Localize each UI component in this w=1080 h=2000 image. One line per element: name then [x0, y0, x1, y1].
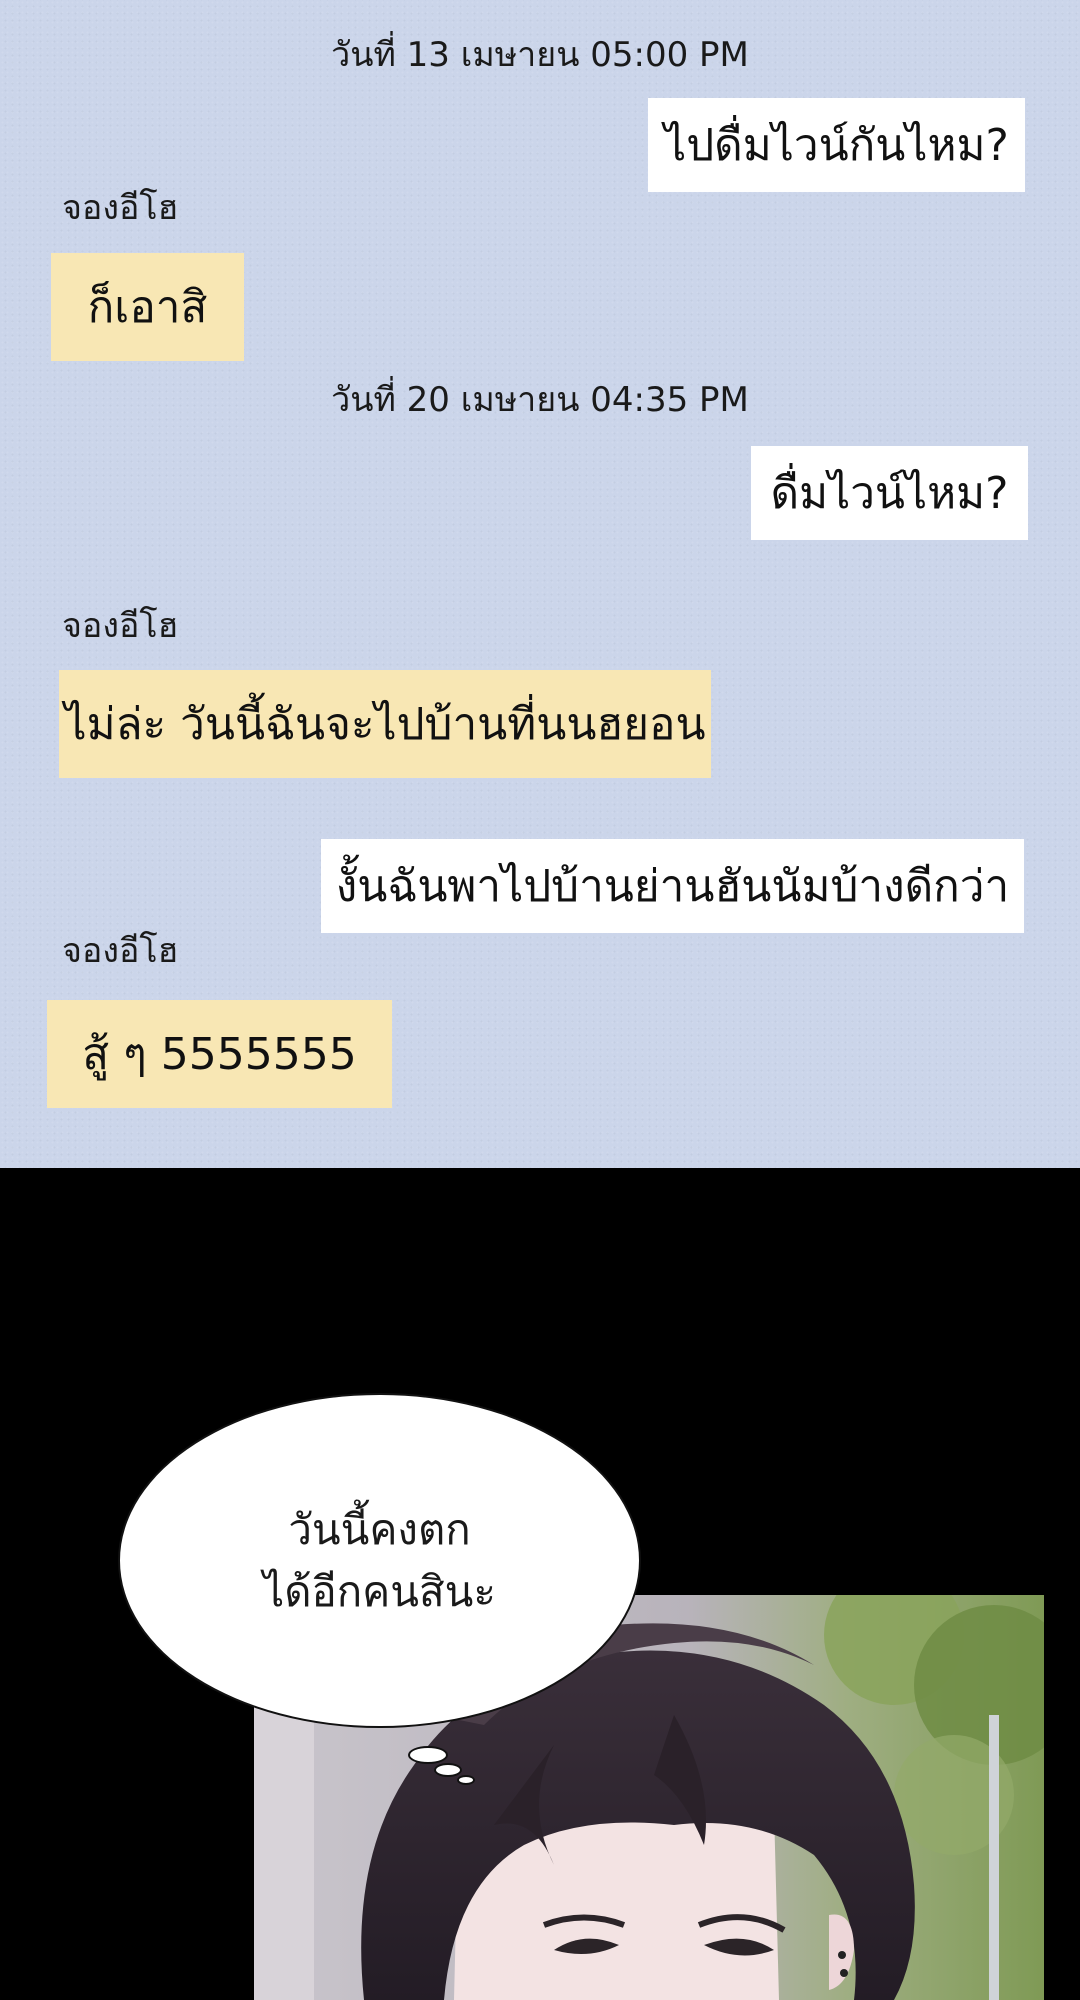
message-bubble-incoming: ก็เอาสิ: [51, 253, 244, 361]
message-bubble-outgoing: งั้นฉันพาไปบ้านย่านฮันนัมบ้างดีกว่า: [321, 839, 1024, 933]
thought-bubble: วันนี้คงตก ได้อีกคนสินะ: [118, 1393, 641, 1728]
message-bubble-incoming: ไม่ล่ะ วันนี้ฉันจะไปบ้านที่นนฮยอน: [59, 670, 711, 778]
thought-line: วันนี้คงตก: [288, 1504, 471, 1554]
sender-name: จองอีโฮ: [62, 188, 179, 228]
message-bubble-incoming: สู้ ๆ 5555555: [47, 1000, 392, 1108]
thought-dot: [434, 1763, 462, 1777]
thought-dot: [408, 1746, 448, 1764]
message-bubble-outgoing: ไปดื่มไวน์กันไหม?: [648, 98, 1025, 192]
sender-name: จองอีโฮ: [62, 606, 179, 646]
message-bubble-outgoing: ดื่มไวน์ไหม?: [751, 446, 1028, 540]
thought-line: ได้อีกคนสินะ: [263, 1566, 496, 1616]
chat-screen: วันที่ 13 เมษายน 05:00 PM ไปดื่มไวน์กันไ…: [0, 0, 1080, 1168]
thought-dot: [457, 1775, 475, 1785]
sender-name: จองอีโฮ: [62, 931, 179, 971]
timestamp: วันที่ 13 เมษายน 05:00 PM: [331, 35, 749, 75]
timestamp: วันที่ 20 เมษายน 04:35 PM: [331, 380, 749, 420]
